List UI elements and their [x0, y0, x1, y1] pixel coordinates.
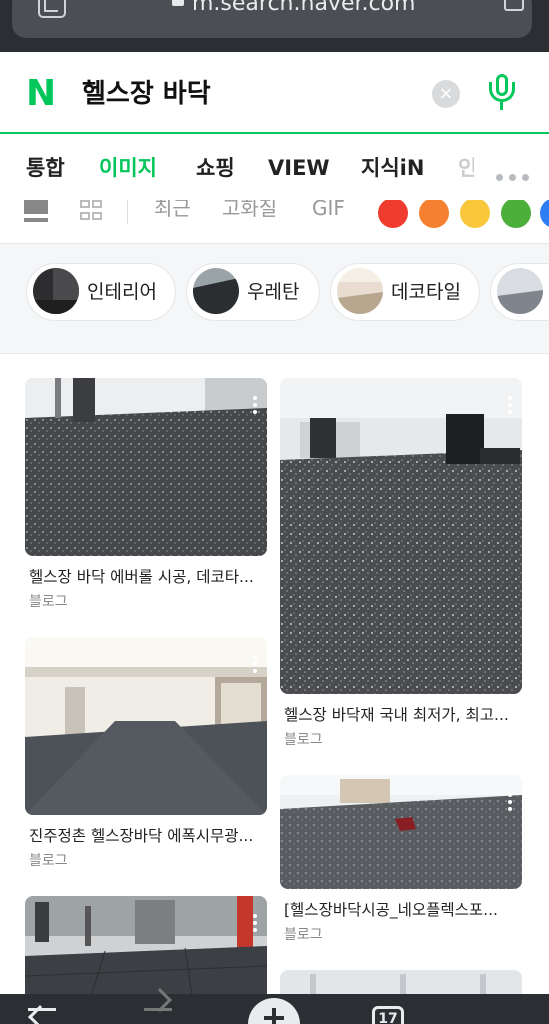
filter-recent[interactable]: 최근 [154, 200, 191, 222]
divider [127, 200, 128, 224]
result-title[interactable]: [헬스장바닥시공_네오플렉스포... [284, 899, 524, 921]
tab-count-button[interactable]: 17 [372, 1006, 404, 1024]
chip-label: 인테리어 [87, 281, 157, 303]
chip-urethane[interactable]: 우레탄 [186, 263, 320, 321]
translate-icon[interactable] [38, 0, 66, 18]
more-tabs-icon[interactable] [496, 166, 536, 181]
image-result[interactable] [25, 896, 267, 1016]
chip-interior[interactable]: 인테리어 [26, 263, 176, 321]
result-source: 블로그 [29, 594, 68, 610]
tab-images[interactable]: 이미지 [99, 154, 157, 182]
naver-logo[interactable]: N [26, 76, 56, 112]
browser-toolbar: m.search.naver.com [0, 0, 549, 52]
share-icon[interactable] [504, 0, 524, 11]
result-title[interactable]: 헬스장 바닥 에버롤 시공, 데코타... [29, 566, 269, 588]
result-source: 블로그 [284, 732, 323, 748]
image-result[interactable] [280, 970, 522, 1010]
chip-thumbnail [33, 268, 79, 314]
page: m.search.naver.com N 헬스장 바닥 × 통합 이미지 쇼핑 … [0, 0, 549, 1024]
section-divider [0, 340, 549, 354]
chip-label: 데코타일 [391, 281, 461, 303]
address-bar[interactable]: m.search.naver.com [12, 0, 532, 38]
tab-view[interactable]: VIEW [268, 154, 330, 182]
color-filter-blue[interactable] [540, 200, 549, 228]
image-result[interactable]: 헬스장 바닥재 국내 최저가, 최고... 블로그 [280, 378, 522, 754]
chip-thumbnail [337, 268, 383, 314]
search-input[interactable]: 헬스장 바닥 [82, 78, 211, 110]
forward-icon[interactable] [144, 1008, 172, 1011]
result-image[interactable] [280, 775, 522, 889]
color-filter-green[interactable] [501, 200, 531, 228]
chip-label: 우레탄 [247, 281, 300, 303]
tab-kin[interactable]: 지식iN [361, 154, 424, 182]
chip-thumbnail [497, 268, 543, 314]
new-tab-button[interactable] [248, 998, 300, 1024]
lock-icon [172, 0, 184, 6]
chip-partial[interactable] [490, 263, 549, 321]
more-options-icon[interactable] [253, 655, 257, 675]
search-bar: N 헬스장 바닥 × [0, 52, 549, 134]
color-filter-yellow[interactable] [460, 200, 490, 228]
filter-gif[interactable]: GIF [312, 200, 345, 222]
tab-shopping[interactable]: 쇼핑 [196, 154, 235, 182]
color-filter-red[interactable] [378, 200, 408, 228]
image-result[interactable]: 진주정촌 헬스장바닥 에폭시무광... 블로그 [25, 637, 267, 875]
tab-all[interactable]: 통합 [26, 154, 65, 182]
search-tabs: 통합 이미지 쇼핑 VIEW 지식iN 인 [0, 136, 549, 200]
url-text[interactable]: m.search.naver.com [192, 0, 415, 18]
microphone-icon[interactable] [486, 74, 518, 114]
image-result[interactable]: [헬스장바닥시공_네오플렉스포... 블로그 [280, 775, 522, 949]
image-result[interactable]: 헬스장 바닥 에버롤 시공, 데코타... 블로그 [25, 378, 267, 618]
more-options-icon[interactable] [253, 914, 257, 934]
result-image[interactable] [25, 378, 267, 556]
filter-hd[interactable]: 고화질 [222, 200, 277, 222]
more-options-icon[interactable] [253, 396, 257, 416]
menu-icon[interactable] [474, 1018, 513, 1024]
clear-search-button[interactable]: × [432, 80, 460, 108]
more-options-icon[interactable] [508, 793, 512, 813]
grid-view-icon[interactable] [80, 200, 104, 222]
result-image[interactable] [25, 637, 267, 815]
more-options-icon[interactable] [508, 396, 512, 416]
result-title[interactable]: 진주정촌 헬스장바닥 에폭시무광... [29, 825, 269, 847]
browser-bottom-bar: 17 [0, 994, 549, 1024]
chip-decotile[interactable]: 데코타일 [330, 263, 480, 321]
color-filter-orange[interactable] [419, 200, 449, 228]
result-source: 블로그 [284, 927, 323, 943]
result-source: 블로그 [29, 853, 68, 869]
chip-thumbnail [193, 268, 239, 314]
result-title[interactable]: 헬스장 바닥재 국내 최저가, 최고... [284, 704, 524, 726]
list-view-icon[interactable] [24, 200, 48, 222]
back-icon[interactable] [28, 1008, 56, 1011]
result-image[interactable] [280, 378, 522, 694]
filter-row: 최근 고화질 GIF [0, 200, 549, 244]
related-search-chips: 인테리어 우레탄 데코타일 [0, 244, 549, 340]
tab-partial[interactable]: 인 [458, 154, 474, 182]
